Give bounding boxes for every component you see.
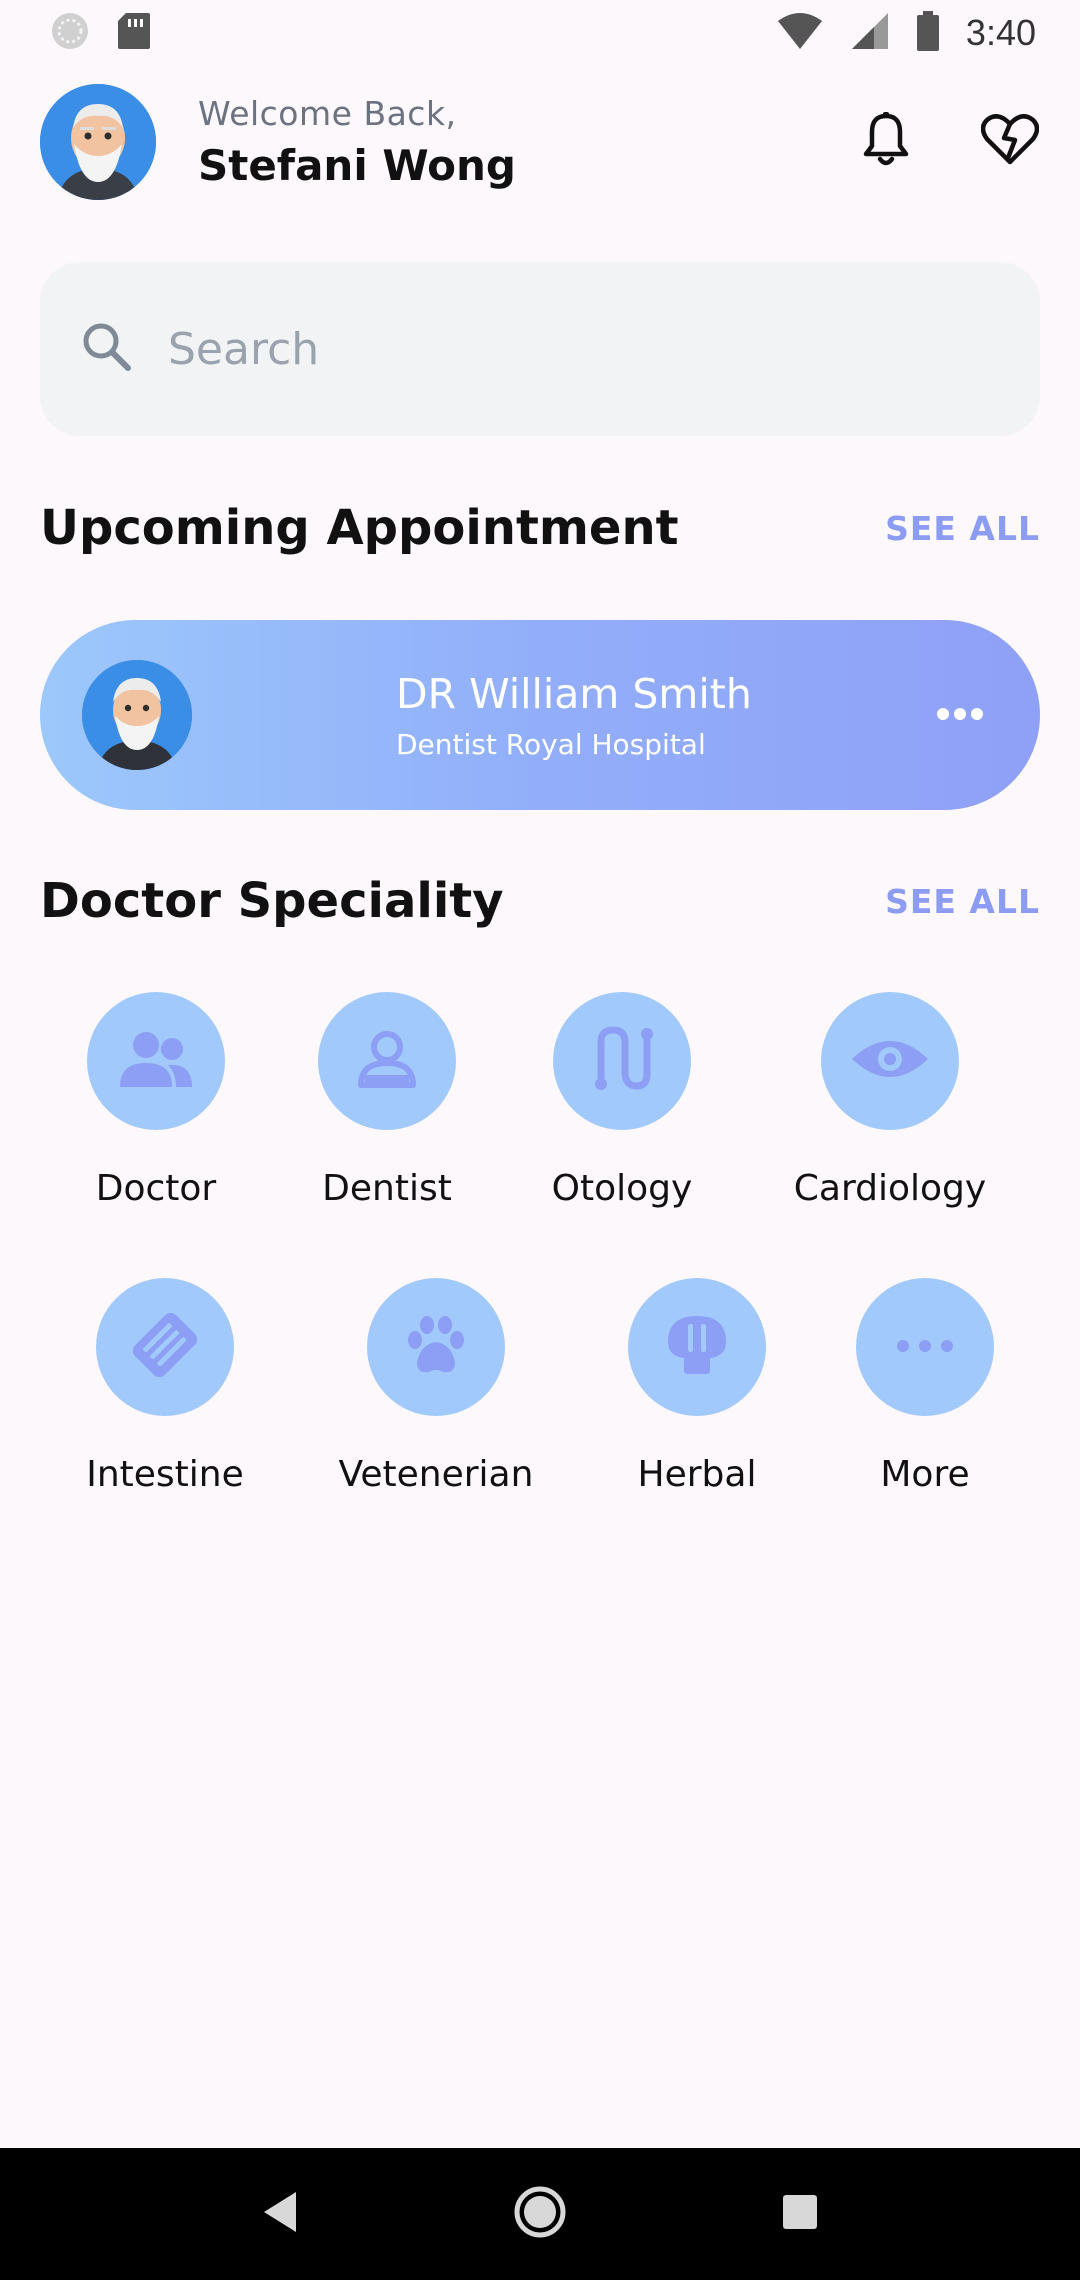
bell-icon xyxy=(861,112,911,172)
speciality-icon-circle xyxy=(628,1278,766,1416)
intestine-icon xyxy=(130,1310,200,1384)
status-bar: 3:40 xyxy=(0,0,1080,66)
ear-icon xyxy=(591,1026,653,1096)
speciality-vetenerian[interactable]: Vetenerian xyxy=(326,1278,546,1495)
health-button[interactable] xyxy=(980,112,1040,172)
appointments-header: Upcoming Appointment SEE ALL xyxy=(40,494,1040,562)
speciality-label: Vetenerian xyxy=(338,1454,534,1495)
speciality-label: Dentist xyxy=(322,1168,452,1209)
speciality-header: Doctor Speciality SEE ALL xyxy=(40,868,1040,934)
speciality-dentist[interactable]: Dentist xyxy=(277,992,497,1209)
notification-button[interactable] xyxy=(856,112,916,172)
speciality-icon-circle xyxy=(96,1278,234,1416)
search-icon xyxy=(80,320,134,378)
speciality-intestine[interactable]: Intestine xyxy=(55,1278,275,1495)
speciality-herbal[interactable]: Herbal xyxy=(587,1278,807,1495)
back-triangle-icon xyxy=(260,2190,300,2238)
speciality-icon-circle xyxy=(856,1278,994,1416)
battery-icon xyxy=(916,11,940,55)
section-title: Doctor Speciality xyxy=(40,873,504,929)
appointments-see-all-link[interactable]: SEE ALL xyxy=(885,509,1040,548)
back-button[interactable] xyxy=(240,2174,320,2254)
speciality-cardiology[interactable]: Cardiology xyxy=(780,992,1000,1209)
search-bar[interactable] xyxy=(40,262,1040,436)
speciality-label: Cardiology xyxy=(793,1168,987,1209)
more-horizontal-icon xyxy=(936,706,984,725)
speciality-label: Otology xyxy=(551,1168,693,1209)
clock: 3:40 xyxy=(965,12,1036,53)
appointment-more-button[interactable] xyxy=(930,695,990,735)
doctor-specialty: Dentist Royal Hospital xyxy=(396,727,706,761)
speciality-label: More xyxy=(880,1454,970,1495)
sync-icon xyxy=(50,11,90,55)
speciality-icon-circle xyxy=(318,992,456,1130)
section-title: Upcoming Appointment xyxy=(40,500,679,556)
recents-square-icon xyxy=(781,2193,819,2235)
herbal-icon xyxy=(664,1312,730,1382)
sd-card-icon xyxy=(116,11,152,55)
people-icon xyxy=(116,1029,196,1093)
doctor-name: DR William Smith xyxy=(396,669,752,718)
doctor-avatar xyxy=(82,660,192,770)
recents-button[interactable] xyxy=(760,2174,840,2254)
speciality-label: Herbal xyxy=(637,1454,757,1495)
speciality-more[interactable]: More xyxy=(815,1278,1035,1495)
speciality-icon-circle xyxy=(821,992,959,1130)
speciality-doctor[interactable]: Doctor xyxy=(46,992,266,1209)
signal-icon xyxy=(850,11,890,55)
broken-heart-icon xyxy=(980,114,1040,170)
home-screen: 3:40 Welcome Back, Stefani Wong Search U… xyxy=(0,0,1080,2280)
header: Welcome Back, Stefani Wong xyxy=(40,84,1040,200)
speciality-label: Doctor xyxy=(95,1168,217,1209)
speciality-otology[interactable]: Otology xyxy=(512,992,732,1209)
speciality-label: Intestine xyxy=(86,1454,244,1495)
person-badge-icon xyxy=(355,1027,419,1095)
wifi-icon xyxy=(776,11,824,55)
home-circle-icon xyxy=(513,2185,567,2243)
home-button[interactable] xyxy=(500,2174,580,2254)
more-icon xyxy=(896,1338,954,1357)
speciality-icon-circle xyxy=(367,1278,505,1416)
speciality-icon-circle xyxy=(87,992,225,1130)
speciality-see-all-link[interactable]: SEE ALL xyxy=(885,882,1040,921)
greeting-text: Welcome Back, xyxy=(198,94,457,133)
eye-icon xyxy=(850,1035,930,1087)
paw-icon xyxy=(403,1314,469,1380)
search-input[interactable] xyxy=(168,323,988,375)
system-navigation-bar xyxy=(0,2148,1080,2280)
user-name: Stefani Wong xyxy=(198,141,516,190)
speciality-icon-circle xyxy=(553,992,691,1130)
appointment-card[interactable]: DR William Smith Dentist Royal Hospital xyxy=(40,620,1040,810)
user-avatar[interactable] xyxy=(40,84,156,200)
